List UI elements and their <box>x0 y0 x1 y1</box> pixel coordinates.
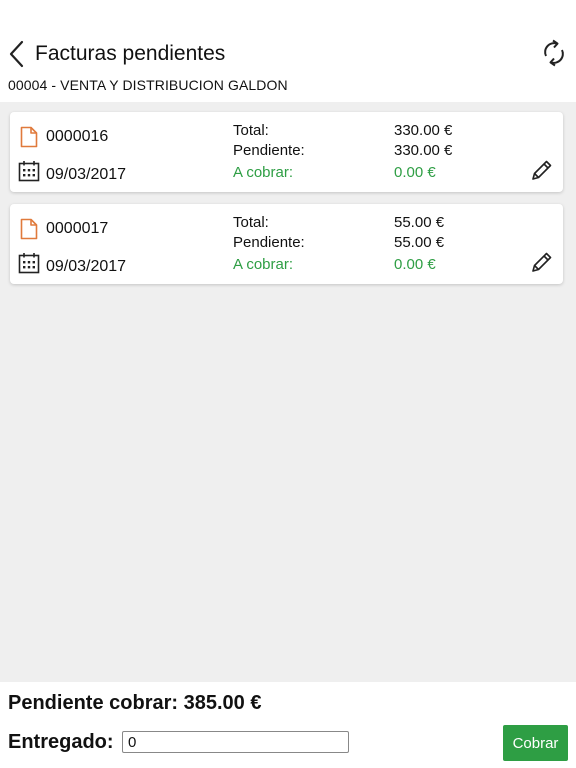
a-cobrar-value: 0.00 € <box>394 164 436 181</box>
pendiente-value: 330.00 € <box>394 142 453 159</box>
document-icon <box>20 126 38 148</box>
pencil-icon[interactable] <box>530 158 554 182</box>
pendiente-label: Pendiente: <box>233 234 305 251</box>
page-title: Facturas pendientes <box>35 42 226 65</box>
document-icon <box>20 218 38 240</box>
invoice-date: 09/03/2017 <box>46 166 127 183</box>
customer-subtitle: 00004 - VENTA Y DISTRIBUCION GALDON <box>8 77 288 93</box>
calendar-icon <box>18 253 40 274</box>
total-label: Total: <box>233 122 269 139</box>
a-cobrar-value: 0.00 € <box>394 256 436 273</box>
invoice-number: 0000016 <box>46 128 109 145</box>
invoice-list: 0000016 09/03/2017 Total: Pendiente: A c… <box>0 102 576 682</box>
entregado-input[interactable] <box>122 731 349 753</box>
chevron-left-icon[interactable] <box>6 38 28 70</box>
payment-footer: Pendiente cobrar: 385.00 € Entregado: Co… <box>0 682 576 768</box>
sync-icon[interactable] <box>540 38 568 68</box>
pendiente-label: Pendiente: <box>233 142 305 159</box>
pendiente-cobrar-total: Pendiente cobrar: 385.00 € <box>8 692 262 714</box>
invoice-number: 0000017 <box>46 220 109 237</box>
app-header: Facturas pendientes 00004 - VENTA Y DIST… <box>0 0 576 102</box>
invoice-card[interactable]: 0000016 09/03/2017 Total: Pendiente: A c… <box>10 112 563 192</box>
pendiente-value: 55.00 € <box>394 234 445 251</box>
cobrar-button[interactable]: Cobrar <box>503 725 568 761</box>
invoice-card[interactable]: 0000017 09/03/2017 Total: Pendiente: A c… <box>10 204 563 284</box>
entregado-label: Entregado: <box>8 731 114 753</box>
pencil-icon[interactable] <box>530 250 554 274</box>
total-value: 330.00 € <box>394 122 453 139</box>
a-cobrar-label: A cobrar: <box>233 164 294 181</box>
calendar-icon <box>18 161 40 182</box>
a-cobrar-label: A cobrar: <box>233 256 294 273</box>
invoice-date: 09/03/2017 <box>46 258 127 275</box>
total-value: 55.00 € <box>394 214 445 231</box>
total-label: Total: <box>233 214 269 231</box>
